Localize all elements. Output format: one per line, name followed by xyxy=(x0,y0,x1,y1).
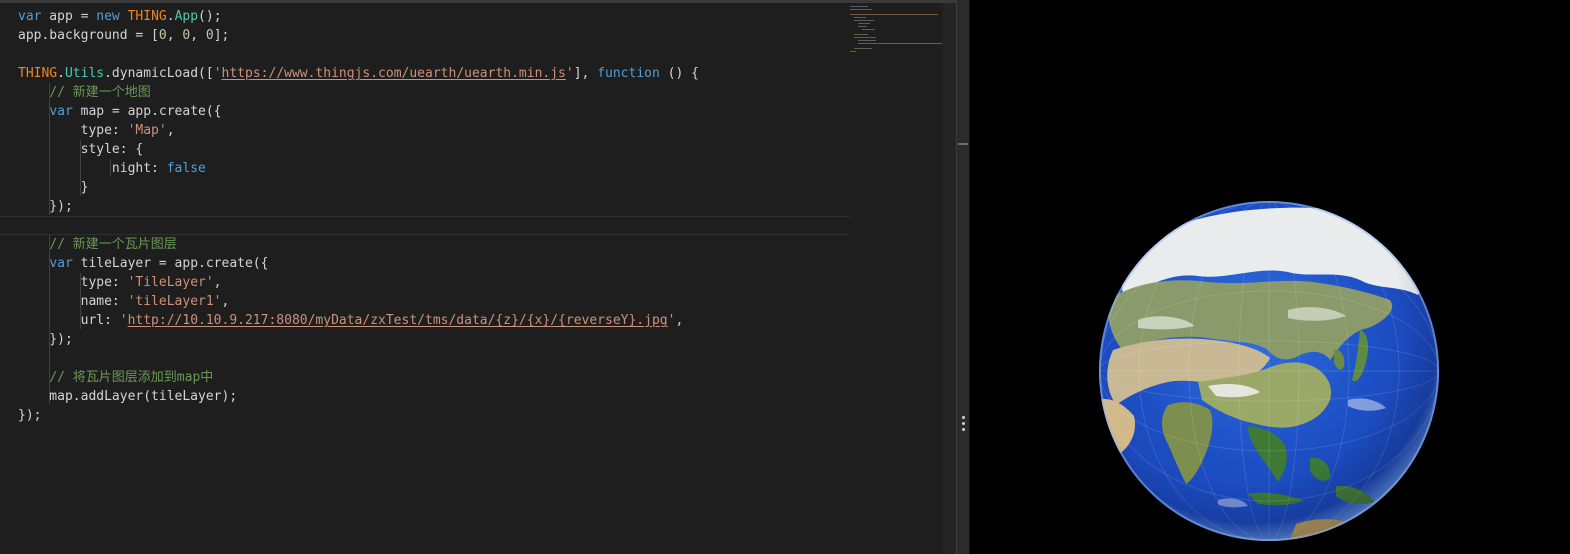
code-token: // 新建一个瓦片图层 xyxy=(49,237,177,252)
code-token: map = app.create({ xyxy=(72,104,222,119)
code-token: THING xyxy=(18,66,58,81)
code-token: 0 xyxy=(158,28,167,43)
code-line[interactable]: var map = app.create({ xyxy=(0,102,850,121)
code-token[interactable]: http://10.10.9.217:8080/myData/zxTest/tm… xyxy=(128,313,668,328)
code-token: ], xyxy=(573,66,598,81)
code-token: }); xyxy=(18,199,73,214)
code-line[interactable]: name: 'tileLayer1', xyxy=(0,292,850,311)
code-token: name: xyxy=(18,294,128,309)
preview-viewport[interactable] xyxy=(970,0,1570,554)
code-line[interactable]: // 新建一个地图 xyxy=(0,83,850,102)
code-token: 'tileLayer1' xyxy=(127,294,222,309)
code-token: new xyxy=(96,9,120,24)
code-line[interactable]: night: false xyxy=(0,159,850,178)
code-token: app.background = [ xyxy=(18,28,159,43)
code-token: } xyxy=(18,180,89,195)
code-token: map.addLayer(tileLayer); xyxy=(18,389,238,404)
code-token: type: xyxy=(18,275,128,290)
code-line[interactable]: } xyxy=(0,178,850,197)
code-line[interactable] xyxy=(0,349,850,368)
code-token: var xyxy=(49,104,73,119)
code-token: style: { xyxy=(18,142,144,157)
code-line[interactable]: }); xyxy=(0,330,850,349)
code-token[interactable]: https://www.thingjs.com/uearth/uearth.mi… xyxy=(222,66,566,81)
code-token: night: xyxy=(18,161,167,176)
code-line[interactable]: // 新建一个瓦片图层 xyxy=(0,235,850,254)
app-window: var app = new THING.App(); app.background… xyxy=(0,0,1570,554)
code-token: // 新建一个地图 xyxy=(49,85,151,100)
code-line[interactable]: var tileLayer = app.create({ xyxy=(0,254,850,273)
code-token: , xyxy=(221,294,230,309)
code-line[interactable]: url: 'http://10.10.9.217:8080/myData/zxT… xyxy=(0,311,850,330)
code-token: . xyxy=(57,66,65,81)
earth-globe[interactable] xyxy=(1098,200,1440,542)
code-token: , xyxy=(213,275,222,290)
code-token: }); xyxy=(18,408,42,423)
code-token: , xyxy=(166,28,183,43)
code-token: app = xyxy=(41,9,97,24)
code-token: function xyxy=(597,66,660,81)
code-editor[interactable]: var app = new THING.App(); app.background… xyxy=(0,0,956,554)
minimap[interactable] xyxy=(848,5,943,53)
code-token: 'Map' xyxy=(127,123,167,138)
code-token: false xyxy=(166,161,206,176)
code-token: url: xyxy=(18,313,120,328)
scrollbar-position-marker xyxy=(958,143,968,145)
pane-splitter[interactable] xyxy=(956,0,970,554)
code-line[interactable]: type: 'TileLayer', xyxy=(0,273,850,292)
code-token: var xyxy=(49,256,73,271)
code-token: , xyxy=(190,28,206,43)
code-token: type: xyxy=(18,123,128,138)
code-token: ' xyxy=(213,66,222,81)
code-line[interactable]: // 将瓦片图层添加到map中 xyxy=(0,368,850,387)
code-line[interactable] xyxy=(0,216,850,235)
code-line[interactable]: app.background = [0, 0, 0]; xyxy=(0,26,850,45)
code-token: ' xyxy=(565,66,574,81)
code-token: }); xyxy=(18,332,73,347)
code-token: ]; xyxy=(213,28,230,43)
minimap-scroll-area[interactable] xyxy=(943,3,956,554)
code-token: .dynamicLoad([ xyxy=(104,66,214,81)
code-token: 0 xyxy=(205,28,214,43)
code-token: () { xyxy=(659,66,699,81)
code-line[interactable]: THING.Utils.dynamicLoad(['https://www.th… xyxy=(0,64,850,83)
code-line[interactable]: }); xyxy=(0,406,850,425)
code-token: THING xyxy=(127,9,167,24)
drag-handle-icon[interactable] xyxy=(962,416,966,434)
code-line[interactable]: var app = new THING.App(); xyxy=(0,7,850,26)
code-token: 'TileLayer' xyxy=(127,275,214,290)
code-token: ' xyxy=(119,313,128,328)
code-token: tileLayer = app.create({ xyxy=(72,256,269,271)
code-token: var xyxy=(18,9,42,24)
code-token: App xyxy=(174,9,199,24)
code-line[interactable]: map.addLayer(tileLayer); xyxy=(0,387,850,406)
code-line[interactable]: }); xyxy=(0,197,850,216)
code-token: . xyxy=(166,9,175,24)
code-token: , xyxy=(166,123,175,138)
code-token: (); xyxy=(198,9,222,24)
code-token: Utils xyxy=(64,66,105,81)
code-token: , xyxy=(675,313,684,328)
code-token: // 将瓦片图层添加到map中 xyxy=(49,370,214,385)
code-line[interactable] xyxy=(0,45,850,64)
code-area[interactable]: var app = new THING.App(); app.background… xyxy=(0,3,850,554)
code-line[interactable]: style: { xyxy=(0,140,850,159)
code-line[interactable]: type: 'Map', xyxy=(0,121,850,140)
